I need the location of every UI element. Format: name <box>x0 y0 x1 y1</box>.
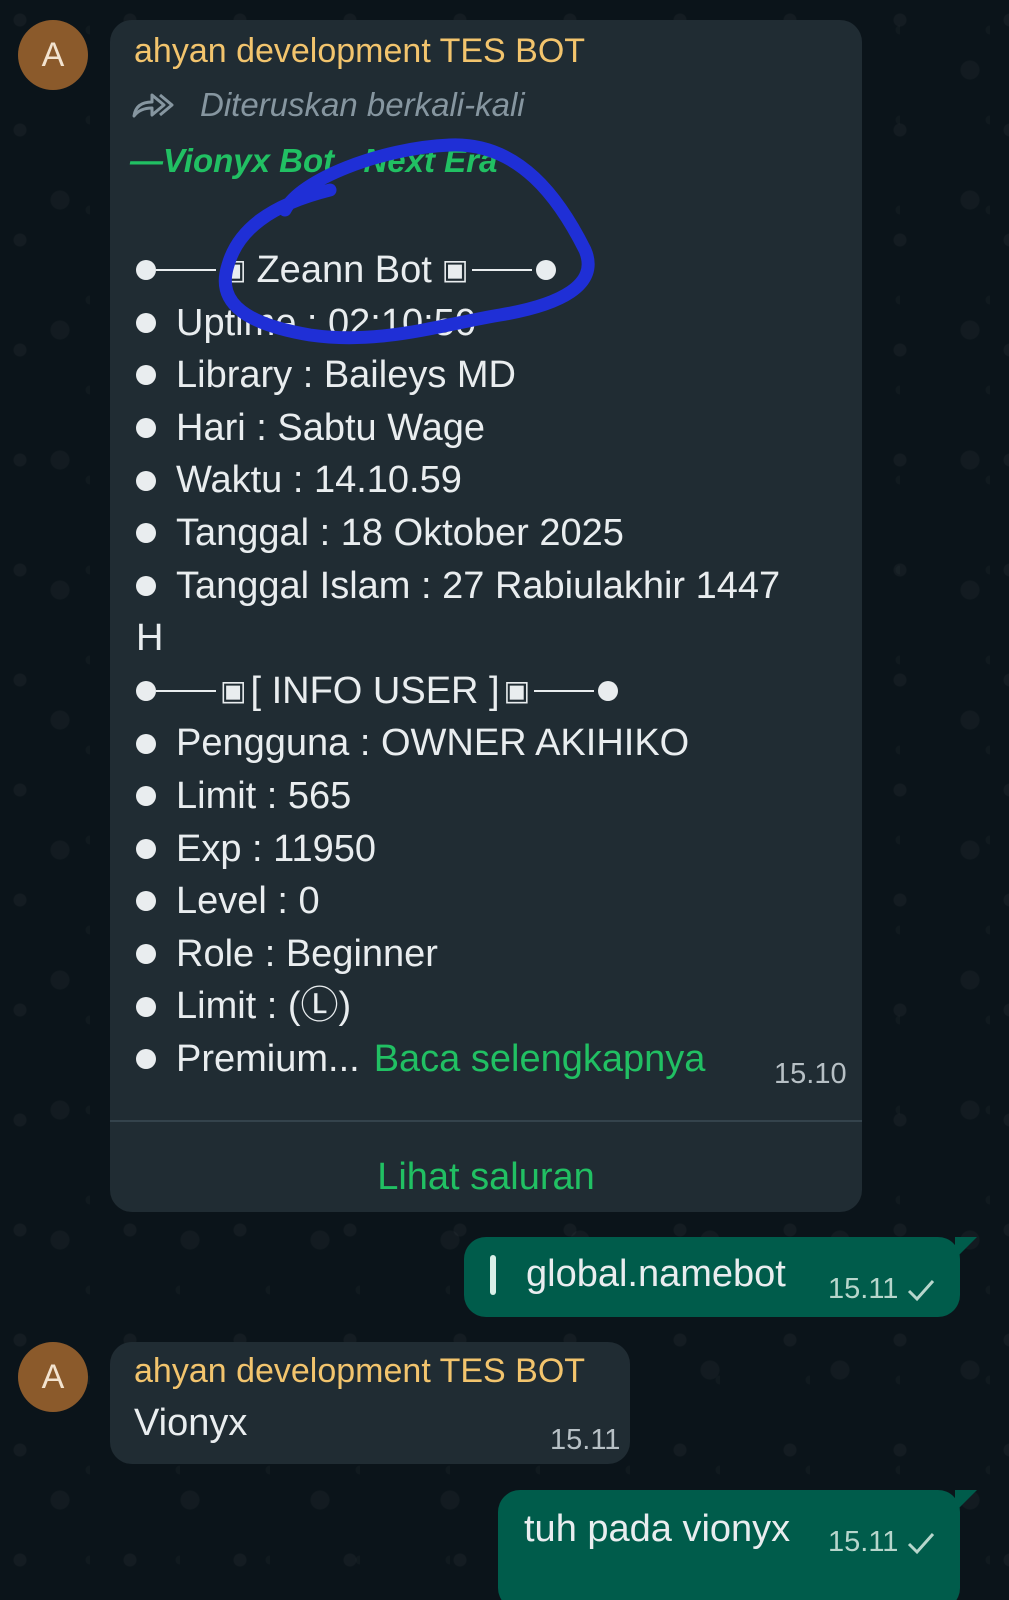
sender-avatar[interactable]: A <box>18 1342 88 1412</box>
forwarded-indicator: Diteruskan berkali-kali <box>132 86 525 124</box>
info-line: Waktu : 14.10.59 <box>136 454 836 507</box>
message-time: 15.11 <box>550 1424 621 1456</box>
user-line: Role : Beginner <box>136 928 836 981</box>
forwarded-message-bubble[interactable]: ahyan development TES BOT Diteruskan ber… <box>110 20 862 1212</box>
message-status: 15.11 <box>828 1526 936 1559</box>
message-status: 15.11 <box>828 1273 936 1306</box>
message-body: ▣ Zeann Bot ▣ Uptime : 02:10:50 Library … <box>136 244 836 1086</box>
channel-name-link[interactable]: —Vionyx Bot - Next Era <box>130 142 497 180</box>
wrapped-line: H <box>136 617 164 660</box>
avatar-letter: A <box>41 1358 65 1396</box>
message-text: tuh pada vionyx <box>524 1508 791 1550</box>
outgoing-message-bubble[interactable]: tuh pada vionyx 15.11 <box>498 1490 960 1600</box>
message-time: 15.11 <box>828 1273 899 1305</box>
info-line: Uptime : 02:10:50 <box>136 297 836 350</box>
forward-icon <box>132 93 174 118</box>
info-line: Library : Baileys MD <box>136 349 836 402</box>
single-check-icon <box>908 1279 935 1301</box>
message-text: global.namebot <box>526 1253 786 1295</box>
incoming-message-bubble[interactable]: ahyan development TES BOT Vionyx 15.11 <box>110 1342 630 1464</box>
header-separator: ▣ Zeann Bot ▣ <box>136 244 836 297</box>
message-time: 15.11 <box>828 1526 899 1558</box>
read-more-link[interactable]: Baca selengkapnya <box>374 1033 706 1086</box>
info-user-separator: ▣ [ INFO USER ] ▣ <box>136 665 836 718</box>
user-line: Pengguna : OWNER AKIHIKO <box>136 717 836 770</box>
sender-avatar[interactable]: A <box>18 20 88 90</box>
bot-name: Zeann Bot <box>256 249 432 291</box>
info-line: Hari : Sabtu Wage <box>136 402 836 455</box>
sender-name[interactable]: ahyan development TES BOT <box>134 32 585 71</box>
info-line: Tanggal : 18 Oktober 2025 <box>136 507 836 560</box>
message-time: 15.10 <box>774 1058 847 1090</box>
user-line: Limit : (Ⓛ) <box>136 980 836 1033</box>
bubble-tail <box>955 1237 977 1259</box>
sender-name[interactable]: ahyan development TES BOT <box>134 1352 585 1391</box>
message-text: Vionyx <box>134 1402 248 1444</box>
info-line: Tanggal Islam : 27 Rabiulakhir 1447 <box>136 560 836 613</box>
truncated-line: Premium... Baca selengkapnya <box>136 1033 836 1086</box>
chat-area[interactable]: A ahyan development TES BOT Diteruskan b… <box>0 0 1009 1600</box>
forwarded-label: Diteruskan berkali-kali <box>200 86 525 123</box>
user-line: Level : 0 <box>136 875 836 928</box>
quote-bar <box>490 1255 496 1295</box>
user-line: Exp : 11950 <box>136 823 836 876</box>
user-line: Limit : 565 <box>136 770 836 823</box>
view-channel-button[interactable]: Lihat saluran <box>110 1122 862 1232</box>
bubble-tail <box>955 1490 977 1512</box>
outgoing-message-bubble[interactable]: global.namebot 15.11 <box>464 1237 960 1317</box>
info-user-header: [ INFO USER ] <box>250 669 500 712</box>
single-check-icon <box>908 1532 935 1554</box>
avatar-letter: A <box>41 36 65 74</box>
